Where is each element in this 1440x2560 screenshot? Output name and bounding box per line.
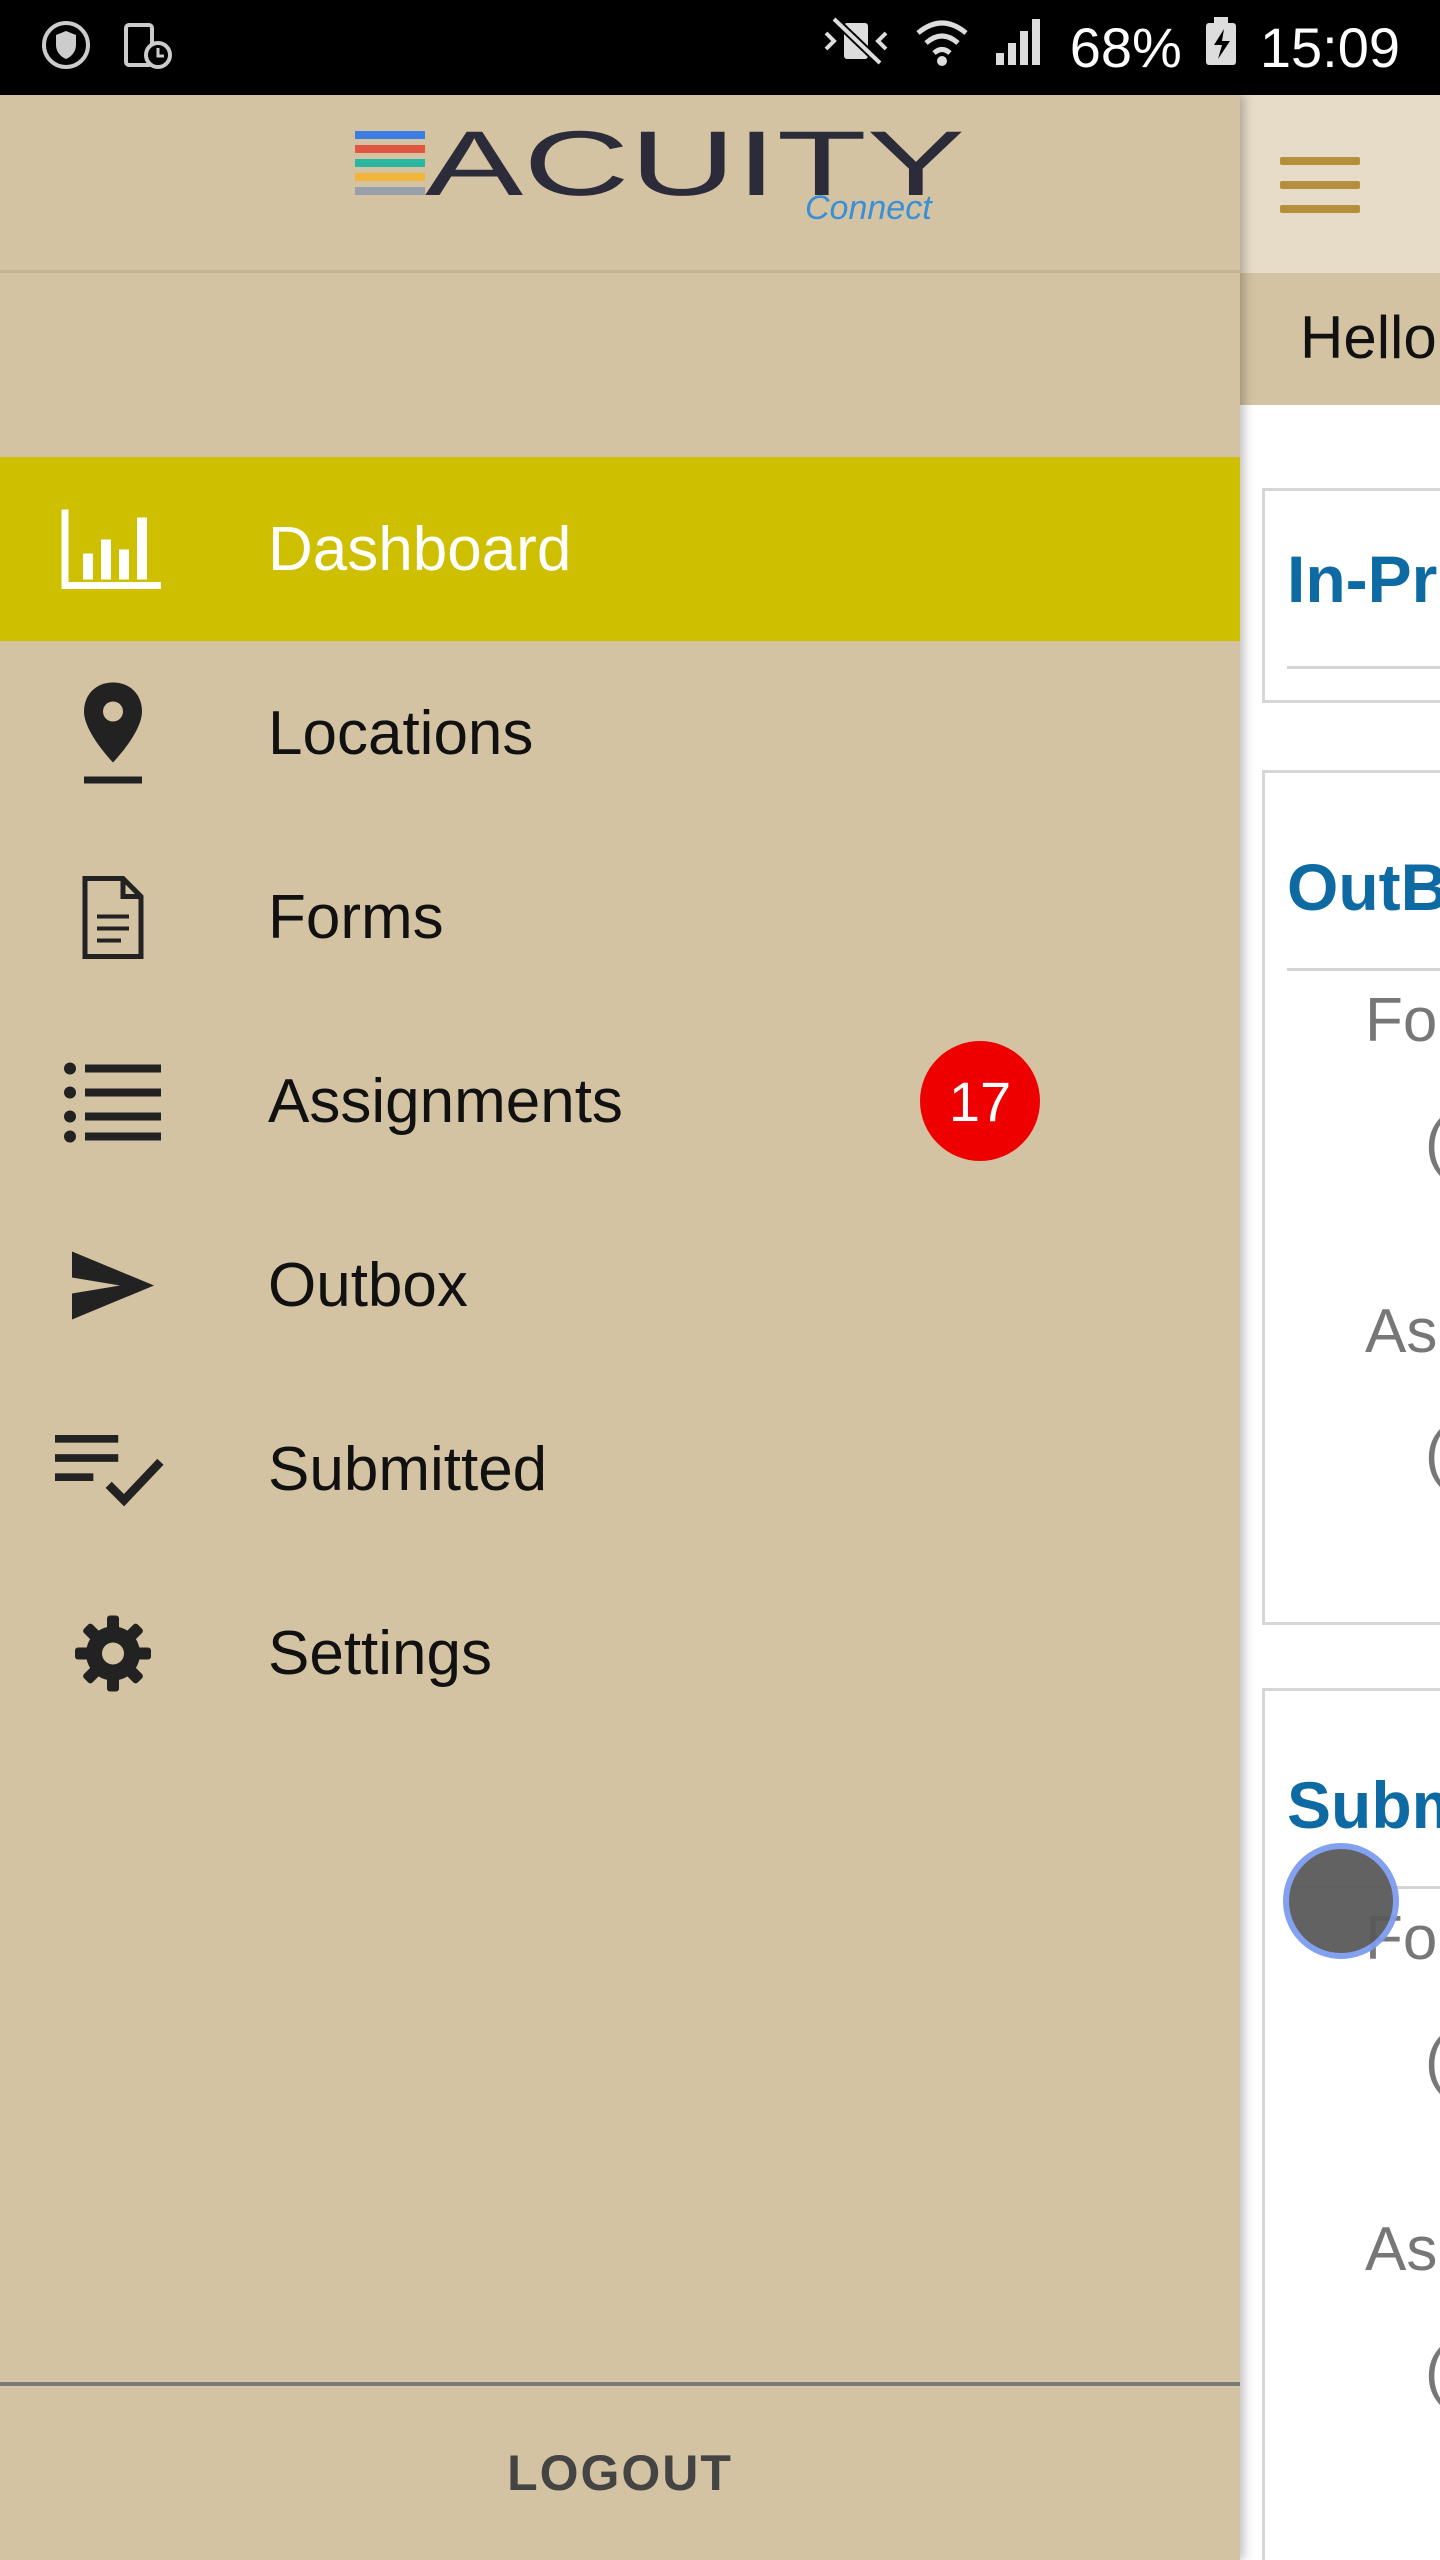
- list-icon: [55, 1044, 170, 1159]
- assignments-count-badge: 17: [920, 1041, 1040, 1161]
- send-icon: [55, 1228, 170, 1343]
- wifi-icon: [914, 15, 970, 80]
- nav-item-forms[interactable]: Forms: [0, 825, 1240, 1009]
- card-divider: [1287, 666, 1440, 669]
- status-bar: 68% 15:09: [0, 0, 1440, 95]
- logo-subtitle: Connect: [805, 189, 933, 225]
- battery-charging-icon: [1204, 15, 1238, 80]
- logout-button[interactable]: LOGOUT: [0, 2386, 1240, 2560]
- card-divider: [1287, 968, 1440, 971]
- drawer-header: ACUITY Connect: [0, 95, 1240, 273]
- nav-item-label: Settings: [268, 1618, 493, 1688]
- clock-time: 15:09: [1259, 16, 1400, 79]
- touch-indicator: [1283, 1843, 1399, 1959]
- nav-item-assignments[interactable]: Assignments 17: [0, 1009, 1240, 1193]
- main-content: Hello In-Pr OutB For ( As ( Subm For ( A…: [1240, 95, 1440, 2560]
- forms-label: For: [1365, 986, 1440, 1055]
- nav-item-dashboard[interactable]: Dashboard: [0, 457, 1240, 641]
- nav-item-outbox[interactable]: Outbox: [0, 1193, 1240, 1377]
- nav-item-label: Submitted: [268, 1434, 548, 1504]
- greeting-bar: Hello: [1240, 273, 1440, 405]
- battery-percent: 68%: [1069, 16, 1182, 79]
- nav-drawer: ACUITY Connect Dashboard Locations Forms…: [0, 95, 1240, 2560]
- nav-item-label: Forms: [268, 882, 444, 952]
- nav-item-locations[interactable]: Locations: [0, 641, 1240, 825]
- greeting-text: Hello: [1300, 304, 1437, 371]
- nav-item-settings[interactable]: Settings: [0, 1561, 1240, 1745]
- in-progress-card[interactable]: In-Pr: [1262, 488, 1440, 703]
- signal-icon: [992, 15, 1048, 80]
- checklist-icon: [55, 1412, 170, 1527]
- card-title: Subm: [1287, 1768, 1440, 1842]
- nav-item-label: Assignments: [268, 1066, 623, 1136]
- forms-count: (: [1425, 2025, 1440, 2096]
- app-header: [1240, 95, 1440, 275]
- outbox-card[interactable]: OutB For ( As (: [1262, 770, 1440, 1625]
- device-clock-icon: [120, 19, 176, 76]
- nav-item-submitted[interactable]: Submitted: [0, 1377, 1240, 1561]
- nav-item-label: Locations: [268, 698, 534, 768]
- card-title: In-Pr: [1287, 542, 1438, 616]
- assignments-label: As: [1365, 2215, 1438, 2284]
- mute-vibrate-icon: [820, 15, 892, 80]
- nav-item-label: Outbox: [268, 1250, 468, 1320]
- assignments-label: As: [1365, 1297, 1438, 1366]
- menu-icon[interactable]: [1280, 157, 1360, 213]
- forms-count: (: [1425, 1107, 1440, 1178]
- nav-item-label: Dashboard: [268, 514, 572, 584]
- document-icon: [55, 860, 170, 975]
- bar-chart-icon: [55, 492, 170, 607]
- card-title: OutB: [1287, 850, 1440, 924]
- submitted-card[interactable]: Subm For ( As (: [1262, 1688, 1440, 2560]
- assignments-count: (: [1425, 2336, 1440, 2407]
- assignments-count: (: [1425, 1418, 1440, 1489]
- location-pin-icon: [55, 676, 170, 791]
- acuity-connect-logo: ACUITY Connect: [355, 115, 965, 225]
- gear-icon: [55, 1596, 170, 1711]
- shield-icon: [40, 19, 92, 76]
